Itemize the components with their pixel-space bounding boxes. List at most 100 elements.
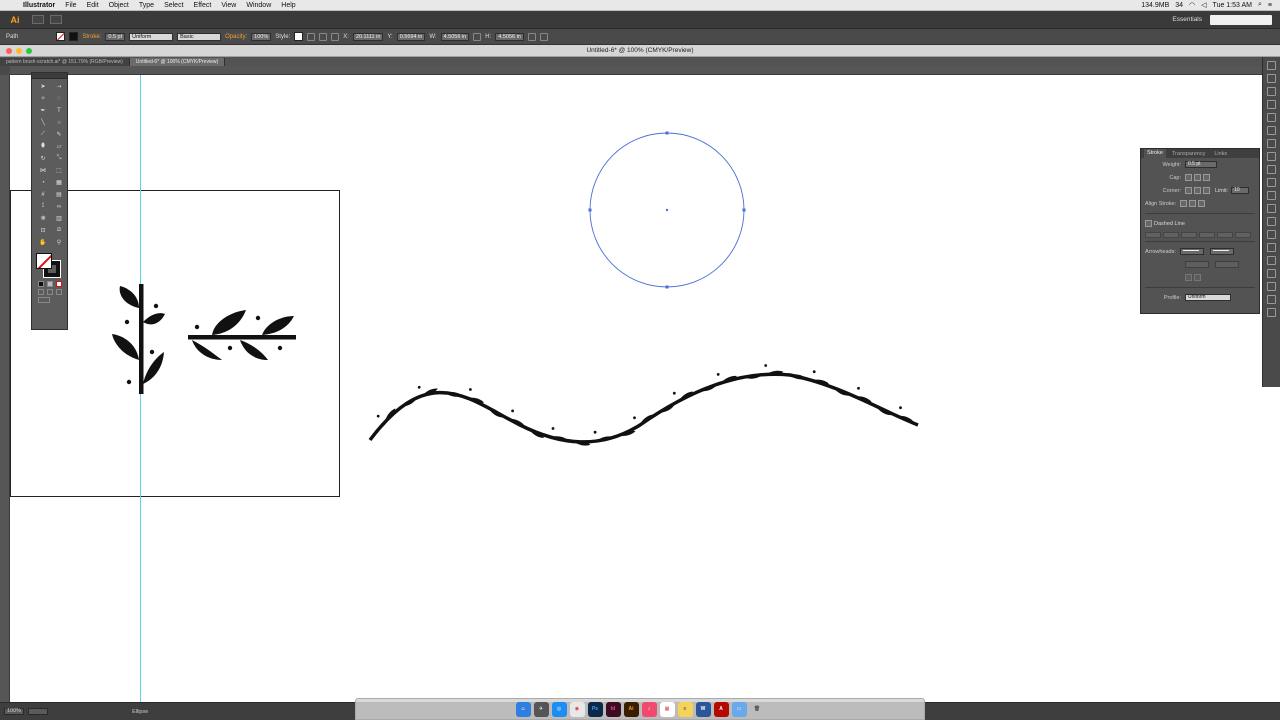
gradient-panel-icon[interactable] — [1267, 165, 1276, 174]
shape-builder-tool-icon[interactable]: ◔ — [38, 178, 48, 187]
transparency-panel-icon[interactable] — [1267, 178, 1276, 187]
launchpad-icon[interactable]: ✈ — [533, 701, 549, 717]
dash-field-2[interactable] — [1181, 232, 1197, 238]
align-panel-icon[interactable] — [1267, 217, 1276, 226]
draw-behind-button[interactable] — [47, 289, 53, 295]
color-button[interactable] — [38, 281, 44, 287]
draw-inside-button[interactable] — [56, 289, 62, 295]
notes-icon[interactable]: ≡ — [677, 701, 693, 717]
acrobat-icon[interactable]: A — [713, 701, 729, 717]
artboard-navigation[interactable] — [28, 708, 49, 715]
symbols-panel-icon[interactable] — [1267, 113, 1276, 122]
direct-selection-tool-icon[interactable]: ⇢ — [54, 82, 64, 91]
symbol-sprayer-tool-icon[interactable]: ❋ — [38, 214, 48, 223]
chrome-icon[interactable]: ◉ — [569, 701, 585, 717]
gap-field-3[interactable] — [1235, 232, 1251, 238]
zoom-level-field[interactable]: 100% — [4, 708, 25, 715]
zoom-tool-icon[interactable]: ⚲ — [54, 238, 64, 247]
slice-tool-icon[interactable]: ⧄ — [54, 226, 64, 235]
selected-circle[interactable] — [588, 131, 746, 289]
align-outside-button[interactable] — [1198, 200, 1206, 207]
itunes-icon[interactable]: ♪ — [641, 701, 657, 717]
none-button[interactable] — [56, 281, 62, 287]
lasso-tool-icon[interactable]: ◌ — [54, 94, 64, 103]
paragraph-panel-icon[interactable] — [1267, 269, 1276, 278]
draw-normal-button[interactable] — [38, 289, 44, 295]
brushes-panel-icon[interactable] — [1267, 100, 1276, 109]
magic-wand-tool-icon[interactable]: ✧ — [38, 94, 48, 103]
wavy-vine-brush-stroke[interactable] — [368, 364, 919, 450]
gradient-tool-icon[interactable]: ▤ — [54, 190, 64, 199]
color-panel-icon[interactable] — [1267, 61, 1276, 70]
end-arrowhead-select[interactable] — [1209, 248, 1234, 255]
gap-field-1[interactable] — [1163, 232, 1179, 238]
indesign-icon[interactable]: Id — [605, 701, 621, 717]
character-panel-icon[interactable] — [1267, 256, 1276, 265]
finder-icon[interactable]: ☺ — [515, 701, 531, 717]
tab-links[interactable]: Links — [1211, 151, 1230, 157]
line-tool-icon[interactable]: ╲ — [38, 118, 48, 127]
navigator-panel-icon[interactable] — [1267, 308, 1276, 317]
safari-icon[interactable]: ◎ — [551, 701, 567, 717]
ellipse-tool-icon[interactable]: ○ — [54, 118, 64, 127]
artboards-panel-icon[interactable] — [1267, 204, 1276, 213]
round-join-button[interactable] — [1194, 187, 1201, 194]
blend-tool-icon[interactable]: ∞ — [54, 202, 64, 211]
color-guide-panel-icon[interactable] — [1267, 74, 1276, 83]
calendar-icon[interactable]: ▦ — [659, 701, 675, 717]
folder-icon[interactable]: ▭ — [731, 701, 747, 717]
hand-tool-icon[interactable]: ✋ — [38, 238, 48, 247]
end-scale-field[interactable] — [1215, 261, 1239, 268]
pen-tool-icon[interactable]: ✒ — [38, 106, 48, 115]
vertical-sprig-art[interactable] — [112, 284, 165, 394]
links-panel-icon[interactable] — [1267, 295, 1276, 304]
stroke-panel-icon[interactable] — [1267, 152, 1276, 161]
mesh-tool-icon[interactable]: # — [38, 190, 48, 199]
free-transform-tool-icon[interactable]: ⬚ — [54, 166, 64, 175]
butt-cap-button[interactable] — [1185, 174, 1192, 181]
dashed-line-checkbox[interactable] — [1145, 220, 1152, 227]
eraser-tool-icon[interactable]: ▱ — [54, 142, 64, 151]
start-arrowhead-select[interactable] — [1179, 248, 1204, 255]
perspective-grid-tool-icon[interactable]: ▦ — [54, 178, 64, 187]
transform-panel-icon[interactable] — [1267, 230, 1276, 239]
word-icon[interactable]: W — [695, 701, 711, 717]
rotate-tool-icon[interactable]: ↻ — [38, 154, 48, 163]
scale-tool-icon[interactable]: ⤡ — [54, 154, 64, 163]
limit-field[interactable]: 10 — [1231, 187, 1250, 194]
pencil-tool-icon[interactable]: ✎ — [54, 130, 64, 139]
appearance-panel-icon[interactable] — [1267, 139, 1276, 148]
gradient-button[interactable] — [47, 281, 53, 287]
tab-transparency[interactable]: Transparency — [1169, 151, 1208, 157]
profile-select[interactable]: Uniform — [1185, 294, 1231, 301]
weight-field[interactable]: 0.5 pt — [1185, 161, 1217, 168]
arrow-tip-extend-button[interactable] — [1185, 274, 1192, 281]
round-cap-button[interactable] — [1194, 174, 1201, 181]
dash-field-3[interactable] — [1217, 232, 1233, 238]
type-tool-icon[interactable]: T — [54, 106, 64, 115]
dash-field-1[interactable] — [1145, 232, 1161, 238]
screen-mode-button[interactable] — [38, 297, 50, 303]
gap-field-2[interactable] — [1199, 232, 1215, 238]
photoshop-icon[interactable]: Ps — [587, 701, 603, 717]
miter-join-button[interactable] — [1185, 187, 1192, 194]
eyedropper-tool-icon[interactable]: ⟟ — [38, 202, 48, 211]
bevel-join-button[interactable] — [1203, 187, 1210, 194]
horizontal-sprig-art[interactable] — [188, 310, 296, 360]
start-scale-field[interactable] — [1185, 261, 1209, 268]
projecting-cap-button[interactable] — [1203, 174, 1210, 181]
layers-panel-icon[interactable] — [1267, 191, 1276, 200]
column-graph-tool-icon[interactable]: ▥ — [54, 214, 64, 223]
pathfinder-panel-icon[interactable] — [1267, 243, 1276, 252]
fill-color-box[interactable] — [36, 253, 52, 269]
align-center-button[interactable] — [1180, 200, 1188, 207]
arrow-tip-place-button[interactable] — [1194, 274, 1201, 281]
selection-tool-icon[interactable]: ➤ — [38, 82, 48, 91]
blob-brush-tool-icon[interactable]: ⬮ — [38, 142, 48, 151]
artboard-tool-icon[interactable]: ⊡ — [38, 226, 48, 235]
swatches-panel-icon[interactable] — [1267, 87, 1276, 96]
trash-icon[interactable]: 🗑 — [749, 701, 765, 717]
tab-stroke[interactable]: Stroke — [1144, 149, 1166, 158]
paintbrush-tool-icon[interactable]: ⟋ — [38, 130, 48, 139]
opentype-panel-icon[interactable] — [1267, 282, 1276, 291]
